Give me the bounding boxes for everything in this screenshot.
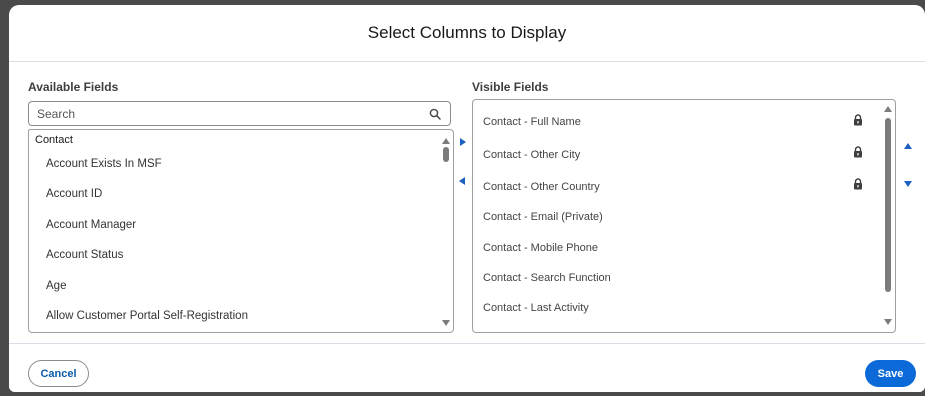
list-item[interactable]: Allow Customer Portal Self-Registration	[46, 310, 248, 322]
list-item[interactable]: Contact - Other City	[483, 149, 580, 161]
chevron-left-icon	[459, 177, 465, 185]
window-frame	[0, 0, 9, 396]
lock-icon	[854, 178, 862, 190]
list-item[interactable]: Contact - Search Function	[483, 272, 611, 284]
visible-fields-label: Visible Fields	[472, 80, 549, 94]
chevron-up-icon	[904, 143, 912, 149]
visible-fields-list[interactable]: Contact - Full Name Contact - Other City…	[472, 99, 896, 333]
chevron-down-icon	[904, 181, 912, 187]
list-item[interactable]: Contact - Other Country	[483, 181, 600, 193]
group-header: Contact	[35, 134, 73, 146]
list-item[interactable]: Account Exists In MSF	[46, 158, 162, 170]
list-item[interactable]: Contact - Full Name	[483, 116, 581, 128]
search-icon[interactable]	[428, 107, 442, 121]
available-scrollbar[interactable]	[439, 130, 453, 332]
list-item[interactable]: Account Status	[46, 249, 123, 261]
lock-icon	[854, 146, 862, 158]
scroll-thumb[interactable]	[885, 118, 891, 292]
move-down-button[interactable]	[902, 178, 916, 192]
cancel-button[interactable]: Cancel	[28, 360, 89, 387]
scroll-down-icon[interactable]	[442, 320, 450, 326]
available-fields-label: Available Fields	[28, 80, 119, 94]
list-item[interactable]: Contact - Mobile Phone	[483, 242, 598, 254]
modal-footer: Cancel Save	[9, 343, 925, 392]
list-item[interactable]: Account ID	[46, 188, 102, 200]
list-item[interactable]: Contact - Last Activity	[483, 302, 589, 314]
move-right-button[interactable]	[456, 136, 470, 150]
list-item[interactable]: Account Manager	[46, 219, 136, 231]
lock-icon	[854, 114, 862, 126]
list-item[interactable]: Age	[46, 280, 66, 292]
save-button[interactable]: Save	[865, 360, 916, 387]
select-columns-modal: Select Columns to Display Available Fiel…	[9, 5, 925, 392]
visible-scrollbar[interactable]	[881, 100, 895, 332]
list-item[interactable]: Contact - Email (Private)	[483, 211, 603, 223]
search-field[interactable]	[28, 101, 451, 126]
modal-title: Select Columns to Display	[367, 23, 567, 42]
move-up-button[interactable]	[902, 140, 916, 154]
search-input[interactable]	[37, 106, 428, 121]
scroll-thumb[interactable]	[443, 147, 449, 162]
modal-header: Select Columns to Display	[9, 5, 925, 62]
scroll-up-icon[interactable]	[884, 106, 892, 112]
available-fields-list[interactable]: Contact Account Exists In MSF Account ID…	[28, 129, 454, 333]
scroll-up-icon[interactable]	[442, 138, 450, 144]
move-left-button[interactable]	[456, 175, 470, 189]
chevron-right-icon	[460, 138, 466, 146]
modal-body: Available Fields Contact Account Exists …	[9, 62, 925, 342]
scroll-down-icon[interactable]	[884, 319, 892, 325]
